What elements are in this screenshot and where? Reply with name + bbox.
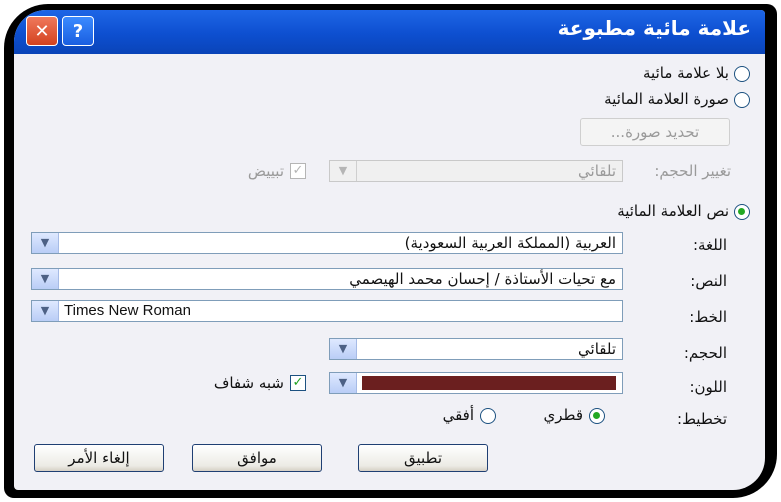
- scale-label: تغيير الحجم:: [654, 162, 731, 180]
- no-watermark-radio[interactable]: [734, 66, 750, 82]
- chevron-down-icon[interactable]: ▼: [330, 373, 357, 393]
- scale-value: تلقائي: [578, 162, 616, 180]
- dialog-title: علامة مائية مطبوعة: [557, 16, 751, 40]
- chevron-down-icon[interactable]: ▼: [32, 269, 59, 289]
- apply-button[interactable]: تطبيق: [358, 444, 488, 472]
- picture-watermark-label[interactable]: صورة العلامة المائية: [604, 90, 729, 108]
- language-label: اللغة:: [692, 236, 727, 254]
- title-bar: علامة مائية مطبوعة ? ✕: [14, 10, 765, 54]
- color-swatch: [362, 376, 616, 390]
- diagonal-radio[interactable]: [589, 408, 605, 424]
- font-combo[interactable]: ▼ Times New Roman: [31, 300, 623, 322]
- color-label: اللون:: [689, 378, 727, 396]
- semitransparent-label[interactable]: شبه شفاف: [214, 374, 284, 392]
- washout-label[interactable]: تبييض: [248, 162, 284, 180]
- text-watermark-label[interactable]: نص العلامة المائية: [617, 202, 729, 220]
- text-value: مع تحيات الأستاذة / إحسان محمد الهيصمي: [349, 270, 616, 288]
- diagonal-label[interactable]: قطري: [544, 406, 584, 424]
- washout-checkbox[interactable]: ✓: [290, 163, 306, 179]
- close-button[interactable]: ✕: [26, 16, 58, 46]
- color-combo[interactable]: ▼: [329, 372, 623, 394]
- semitransparent-checkbox[interactable]: ✓: [290, 375, 306, 391]
- horizontal-label[interactable]: أفقي: [443, 406, 474, 424]
- help-button[interactable]: ?: [62, 16, 94, 46]
- font-label: الخط:: [689, 308, 727, 326]
- chevron-down-icon[interactable]: ▼: [330, 161, 357, 181]
- layout-label: تخطيط:: [677, 410, 727, 428]
- size-label: الحجم:: [683, 344, 727, 362]
- no-watermark-label[interactable]: بلا علامة مائية: [643, 64, 729, 82]
- size-value: تلقائي: [578, 340, 616, 358]
- scale-combo[interactable]: ▼ تلقائي: [329, 160, 623, 182]
- font-value: Times New Roman: [64, 302, 191, 319]
- watermark-dialog: علامة مائية مطبوعة ? ✕ بلا علامة مائية ص…: [14, 10, 765, 490]
- language-combo[interactable]: ▼ العربية (المملكة العربية السعودية): [31, 232, 623, 254]
- text-label: النص:: [690, 272, 727, 290]
- text-combo[interactable]: ▼ مع تحيات الأستاذة / إحسان محمد الهيصمي: [31, 268, 623, 290]
- size-combo[interactable]: ▼ تلقائي: [329, 338, 623, 360]
- select-picture-button[interactable]: تحديد صورة...: [580, 118, 730, 146]
- picture-watermark-radio[interactable]: [734, 92, 750, 108]
- chevron-down-icon[interactable]: ▼: [32, 233, 59, 253]
- chevron-down-icon[interactable]: ▼: [32, 301, 59, 321]
- horizontal-radio[interactable]: [480, 408, 496, 424]
- cancel-button[interactable]: إلغاء الأمر: [34, 444, 164, 472]
- language-value: العربية (المملكة العربية السعودية): [404, 234, 616, 252]
- ok-button[interactable]: موافق: [192, 444, 322, 472]
- text-watermark-radio[interactable]: [734, 204, 750, 220]
- chevron-down-icon[interactable]: ▼: [330, 339, 357, 359]
